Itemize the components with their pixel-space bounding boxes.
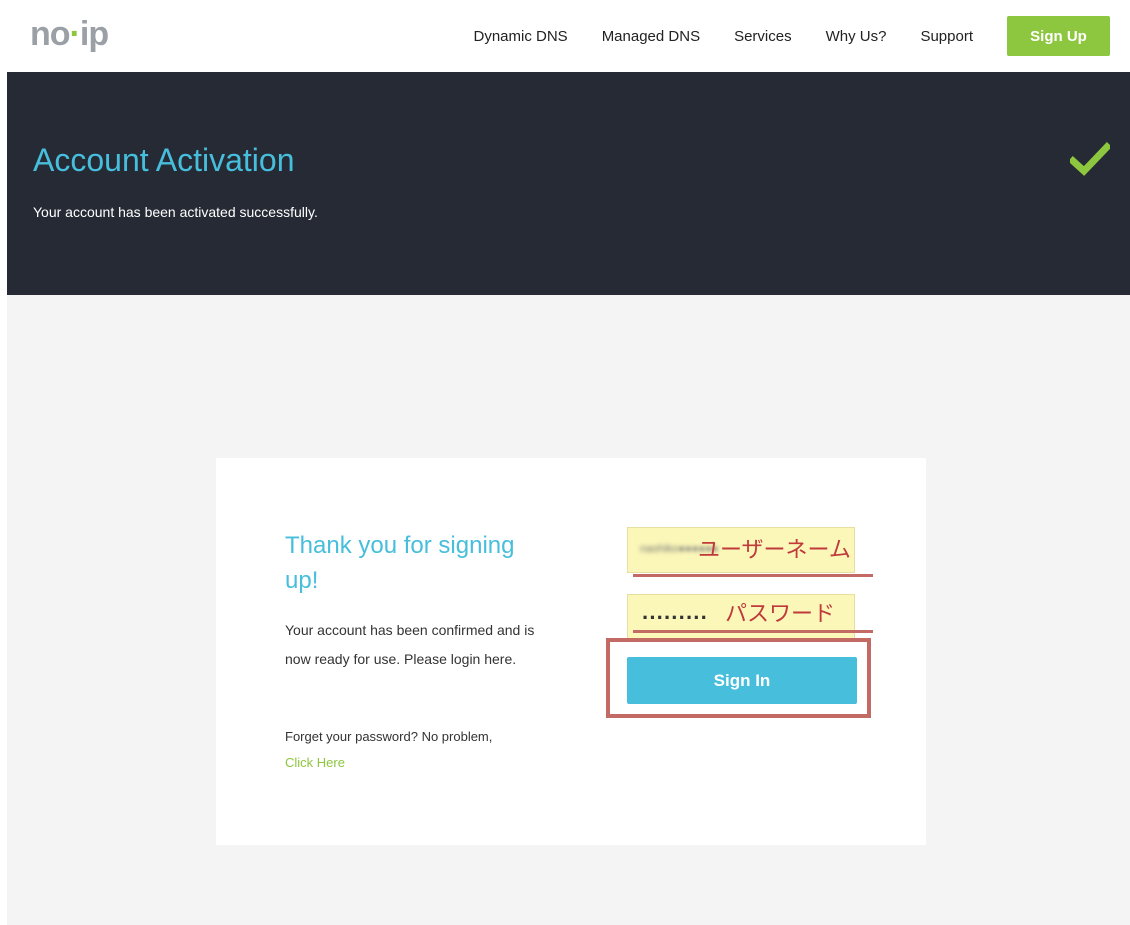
main-content: Thank you for signing up! Your account h… bbox=[7, 295, 1130, 925]
forgot-password-text: Forget your password? No problem, bbox=[285, 729, 493, 744]
sign-up-button[interactable]: Sign Up bbox=[1007, 16, 1110, 56]
activation-banner: Account Activation Your account has been… bbox=[7, 72, 1130, 295]
page-title: Account Activation bbox=[33, 142, 295, 178]
nav-services[interactable]: Services bbox=[734, 28, 792, 45]
password-annotation-underline bbox=[633, 630, 873, 633]
card-description: Your account has been confirmed and is n… bbox=[285, 622, 535, 667]
nav-why-us[interactable]: Why Us? bbox=[826, 28, 887, 45]
card-title: Thank you for signing up! bbox=[285, 532, 515, 594]
login-card: Thank you for signing up! Your account h… bbox=[216, 458, 926, 845]
forgot-password-link[interactable]: Click Here bbox=[285, 750, 555, 776]
top-navigation-bar: no·ip Dynamic DNS Managed DNS Services W… bbox=[0, 0, 1130, 72]
password-annotation: パスワード bbox=[725, 602, 836, 627]
noip-logo[interactable]: no·ip bbox=[30, 14, 109, 54]
logo-text-suffix: ip bbox=[79, 15, 109, 53]
logo-dot: · bbox=[69, 15, 81, 53]
nav-support[interactable]: Support bbox=[920, 28, 973, 45]
main-nav: Dynamic DNS Managed DNS Services Why Us?… bbox=[474, 0, 1130, 72]
sign-in-highlight-box bbox=[606, 638, 871, 718]
forgot-password-section: Forget your password? No problem, Click … bbox=[285, 724, 555, 776]
nav-managed-dns[interactable]: Managed DNS bbox=[602, 28, 700, 45]
username-annotation: ユーザーネーム bbox=[698, 538, 851, 563]
activation-message: Your account has been activated successf… bbox=[33, 204, 318, 220]
nav-dynamic-dns[interactable]: Dynamic DNS bbox=[474, 28, 568, 45]
username-annotation-underline bbox=[633, 574, 873, 577]
logo-text-prefix: no bbox=[30, 15, 71, 53]
password-value: ········· bbox=[642, 605, 708, 630]
check-icon bbox=[1070, 142, 1110, 176]
